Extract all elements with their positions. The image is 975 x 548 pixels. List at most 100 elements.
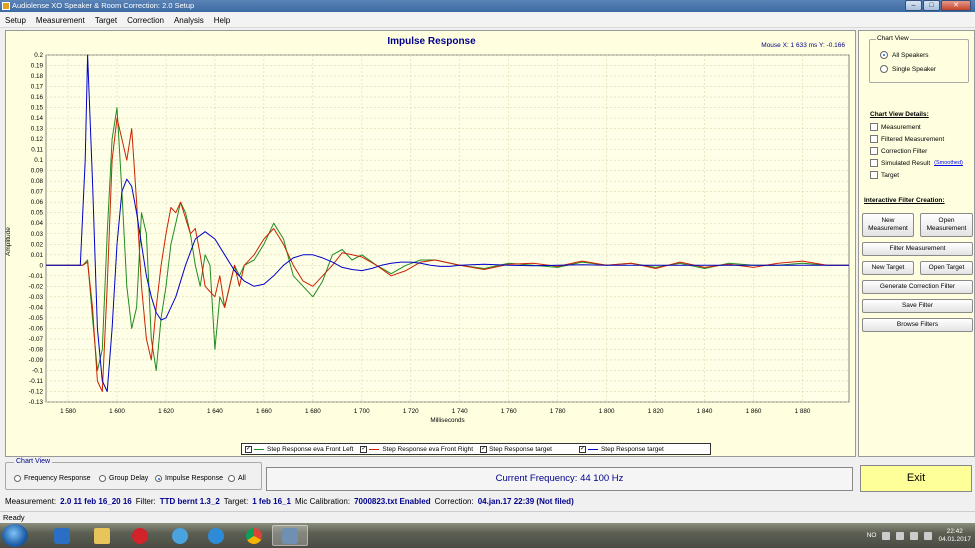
measurement-value: 2.0 11 feb 16_20 16	[60, 497, 132, 506]
menu-target[interactable]: Target	[95, 16, 117, 25]
open-measurement-button[interactable]: Open Measurement	[920, 213, 973, 237]
checkbox-label: Measurement	[881, 123, 921, 131]
taskbar-opera[interactable]	[122, 525, 158, 546]
measurement-label: Measurement:	[5, 497, 57, 506]
radio-button[interactable]	[880, 65, 888, 73]
y-tick-label: 0.01	[31, 252, 44, 259]
checkbox-label: Simulated Result	[881, 159, 931, 167]
y-tick-label: -0.13	[29, 399, 44, 406]
flag-icon[interactable]	[896, 531, 905, 540]
close-button[interactable]: ✕	[941, 0, 971, 11]
checkbox[interactable]	[870, 123, 878, 131]
language-indicator[interactable]: NO	[867, 532, 877, 539]
volume-icon[interactable]	[924, 531, 933, 540]
radio-all[interactable]: All	[228, 475, 246, 482]
x-tick-label: 1 620	[158, 408, 174, 415]
exit-button[interactable]: Exit	[860, 465, 972, 492]
clock-time: 22:42	[946, 527, 963, 535]
taskbar-media-player[interactable]	[44, 525, 80, 546]
checkbox[interactable]	[870, 135, 878, 143]
radio-group-delay[interactable]: Group Delay	[99, 475, 148, 482]
media-player-icon	[54, 527, 70, 544]
y-tick-label: 0.09	[31, 168, 44, 175]
x-tick-label: 1 600	[109, 408, 125, 415]
legend-checkbox[interactable]: ✓	[578, 445, 586, 453]
radio-impulse-response[interactable]: Impulse Response	[155, 475, 223, 482]
checkbox-correction-filter[interactable]: Correction Filter	[870, 147, 927, 155]
browse-filters-button[interactable]: Browse Filters	[862, 318, 973, 332]
radio-single-speaker[interactable]: Single Speaker	[880, 65, 936, 73]
y-tick-label: 0.03	[31, 231, 44, 238]
x-tick-label: 1 580	[60, 408, 76, 415]
radio-button[interactable]	[155, 475, 162, 482]
menu-measurement[interactable]: Measurement	[36, 16, 85, 25]
legend-item-target-2[interactable]: ✓ Step Response target	[578, 445, 664, 453]
menu-analysis[interactable]: Analysis	[174, 16, 204, 25]
y-tick-label: 0.14	[31, 115, 44, 122]
x-tick-label: 1 740	[452, 408, 468, 415]
checkbox[interactable]	[870, 147, 878, 155]
impulse-response-chart[interactable]: 0.2 0.19 0.18 0.17 0.16 0.15 0.14 0.13 0.12 0.11 0…	[6, 31, 857, 458]
legend-item-front-left[interactable]: ✓ Step Response eva Front Left	[245, 445, 353, 453]
bluetooth-icon[interactable]	[882, 531, 891, 540]
radio-label: Frequency Response	[24, 475, 91, 482]
right-control-panel: Chart View All Speakers Single Speaker C…	[858, 30, 975, 457]
checkbox[interactable]	[870, 159, 878, 167]
y-tick-label: -0.09	[29, 357, 44, 364]
correction-label: Correction:	[434, 497, 474, 506]
internet-explorer-icon	[208, 527, 224, 544]
x-tick-label: 1 860	[746, 408, 762, 415]
legend-item-target-1[interactable]: ✓ Step Response target	[480, 445, 552, 453]
x-tick-label: 1 820	[648, 408, 664, 415]
radio-label: All Speakers	[892, 51, 929, 59]
legend-checkbox[interactable]: ✓	[245, 445, 252, 453]
new-target-button[interactable]: New Target	[862, 261, 914, 275]
filter-label: Filter:	[135, 497, 156, 506]
checkbox-simulated-result[interactable]: Simulated Result (Smoothed)	[870, 159, 963, 167]
checkbox-measurement[interactable]: Measurement	[870, 123, 921, 131]
legend-checkbox[interactable]: ✓	[360, 445, 368, 453]
legend-checkbox[interactable]: ✓	[480, 445, 488, 453]
checkbox-filtered-measurement[interactable]: Filtered Measurement	[870, 135, 944, 143]
radio-label: All	[238, 475, 246, 482]
clock[interactable]: 22:42 04.01.2017	[938, 528, 971, 544]
open-target-button[interactable]: Open Target	[920, 261, 973, 275]
maximize-button[interactable]: □	[923, 0, 940, 11]
y-tick-label: -0.02	[29, 283, 44, 290]
legend-line-swatch	[587, 448, 598, 450]
filter-measurement-button[interactable]: Filter Measurement	[862, 242, 973, 256]
chart-view-selector: Chart View Frequency Response Group Dela…	[5, 458, 262, 490]
y-tick-label: -0.03	[29, 294, 44, 301]
taskbar-internet-explorer[interactable]	[198, 525, 234, 546]
menu-setup[interactable]: Setup	[5, 16, 26, 25]
taskbar-utility[interactable]	[162, 525, 198, 546]
legend-item-front-right[interactable]: ✓ Step Response eva Front Right	[360, 445, 473, 453]
smoothed-link[interactable]: (Smoothed)	[934, 160, 963, 166]
save-filter-button[interactable]: Save Filter	[862, 299, 973, 313]
radio-frequency-response[interactable]: Frequency Response	[14, 475, 91, 482]
x-tick-label: 1 760	[501, 408, 517, 415]
radio-button[interactable]	[880, 51, 888, 59]
taskbar-chrome[interactable]	[236, 525, 272, 546]
taskbar-file-explorer[interactable]	[84, 525, 120, 546]
battery-icon[interactable]	[910, 531, 919, 540]
new-measurement-button[interactable]: New Measurement	[862, 213, 914, 237]
y-tick-label: 0.07	[31, 189, 44, 196]
y-tick-label: 0.18	[31, 73, 44, 80]
x-tick-label: 1 700	[354, 408, 370, 415]
radio-all-speakers[interactable]: All Speakers	[880, 51, 929, 59]
checkbox-label: Correction Filter	[881, 147, 928, 155]
menu-help[interactable]: Help	[214, 16, 230, 25]
radio-button[interactable]	[99, 475, 106, 482]
generate-correction-filter-button[interactable]: Generate Correction Filter	[862, 280, 973, 294]
mic-calibration-label: Mic Calibration:	[294, 497, 351, 506]
checkbox-target[interactable]: Target	[870, 171, 899, 179]
filter-value: TTD bernt 1.3_2	[159, 497, 220, 506]
menu-correction[interactable]: Correction	[127, 16, 164, 25]
radio-button[interactable]	[14, 475, 21, 482]
taskbar-audiolense[interactable]	[272, 525, 308, 546]
minimize-button[interactable]: –	[905, 0, 922, 11]
start-button[interactable]	[2, 524, 28, 547]
radio-button[interactable]	[228, 475, 235, 482]
checkbox[interactable]	[870, 171, 878, 179]
